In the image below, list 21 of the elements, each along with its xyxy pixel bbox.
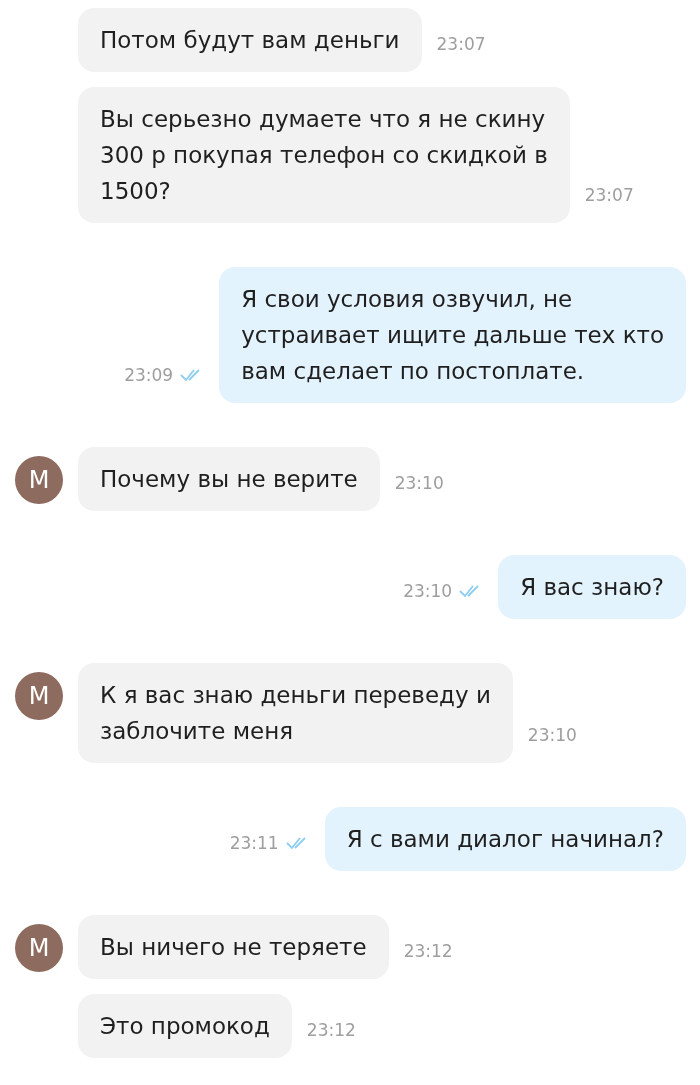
avatar[interactable]: M xyxy=(15,672,63,720)
incoming-message: Потом будут вам деньги xyxy=(78,8,422,72)
outgoing-message: Я свои условия озвучил, не устраивает ищите дальше тех кто вам сделает по постоплате. xyxy=(219,267,686,403)
incoming-message: К я вас знаю деньги переведу и заблочите меня xyxy=(78,663,513,763)
message-time: 23:10 xyxy=(527,725,577,745)
incoming-message: Почему вы не верите xyxy=(78,447,380,511)
message-time: 23:12 xyxy=(306,1020,356,1040)
message-time: 23:07 xyxy=(584,185,634,205)
message-time: 23:12 xyxy=(403,941,453,961)
message-time: 23:10 xyxy=(394,473,444,493)
message-time: 23:09 xyxy=(124,365,174,385)
incoming-message: Вы серьезно думаете что я не скину 300 р покупая телефон со скидкой в 1500? xyxy=(78,87,570,223)
outgoing-message: Я с вами диалог начинал? xyxy=(324,807,686,871)
message-time: 23:10 xyxy=(403,581,453,601)
message-time: 23:07 xyxy=(436,34,486,54)
avatar[interactable]: M xyxy=(15,924,63,972)
outgoing-message: Я вас знаю? xyxy=(498,555,686,619)
avatar[interactable]: M xyxy=(15,456,63,504)
incoming-message: Вы ничего не теряете xyxy=(78,915,389,979)
incoming-message: Это промокод xyxy=(78,994,292,1058)
message-time: 23:11 xyxy=(229,833,279,853)
